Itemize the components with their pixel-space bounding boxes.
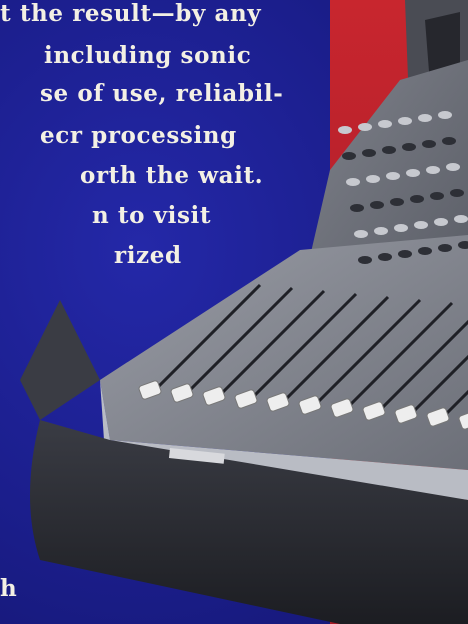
knob: [422, 140, 436, 148]
knob: [374, 227, 388, 235]
mixing-console-image: [20, 0, 468, 624]
knob: [434, 218, 448, 226]
knob: [354, 230, 368, 238]
knob: [426, 166, 440, 174]
knob: [450, 189, 464, 197]
knob: [378, 253, 392, 261]
knob: [398, 117, 412, 125]
knob: [358, 123, 372, 131]
knob: [406, 169, 420, 177]
knob: [438, 244, 452, 252]
knob: [378, 120, 392, 128]
knob: [358, 256, 372, 264]
knob: [418, 247, 432, 255]
knob: [394, 224, 408, 232]
knob: [430, 192, 444, 200]
knob: [366, 175, 380, 183]
knob: [442, 137, 456, 145]
knob: [342, 152, 356, 160]
fader-surface: [100, 235, 468, 470]
knob: [382, 146, 396, 154]
knob: [398, 250, 412, 258]
knob: [390, 198, 404, 206]
knob: [338, 126, 352, 134]
knob: [446, 163, 460, 171]
knob: [414, 221, 428, 229]
console-side-panel: [20, 300, 100, 420]
knob: [454, 215, 468, 223]
knob: [350, 204, 364, 212]
knob: [370, 201, 384, 209]
knob: [362, 149, 376, 157]
knob: [410, 195, 424, 203]
knob: [386, 172, 400, 180]
knob: [402, 143, 416, 151]
knob: [438, 111, 452, 119]
knob: [346, 178, 360, 186]
knob: [418, 114, 432, 122]
